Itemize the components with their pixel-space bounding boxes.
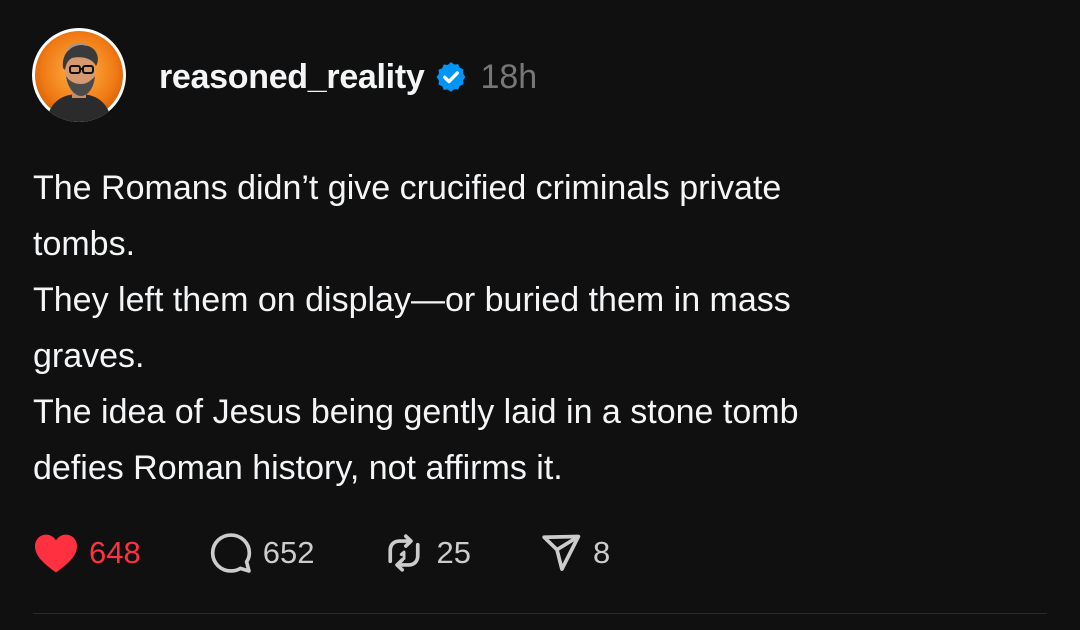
share-count: 8 (592, 535, 611, 570)
repost-button[interactable]: 25 (382, 531, 471, 575)
like-count: 648 (89, 535, 141, 570)
post-divider (33, 613, 1047, 614)
thread-post: reasoned_reality 18h The Romans didn’t g… (0, 0, 1080, 630)
verified-badge-icon (434, 60, 468, 94)
post-header: reasoned_reality 18h (159, 55, 537, 99)
heart-icon (35, 534, 77, 573)
like-button[interactable]: 648 (33, 532, 141, 574)
reply-count: 652 (262, 535, 315, 570)
post-body: The Romans didn’t give crucified crimina… (33, 160, 1033, 496)
avatar-illustration (35, 31, 123, 122)
comment-bubble-icon (210, 533, 251, 573)
repost-count: 25 (436, 535, 471, 570)
reply-button[interactable]: 652 (209, 531, 315, 575)
repost-icon (388, 534, 421, 572)
avatar[interactable] (32, 28, 126, 122)
post-actions: 648 652 25 8 (33, 528, 610, 578)
post-timestamp: 18h (480, 57, 538, 96)
post-text-paragraph: The Romans didn’t give crucified crimina… (33, 169, 782, 263)
post-text-paragraph: The idea of Jesus being gently laid in a… (33, 393, 799, 487)
send-icon (542, 534, 581, 571)
share-button[interactable]: 8 (539, 531, 610, 575)
post-text-paragraph: They left them on display—or buried them… (33, 281, 791, 375)
username[interactable]: reasoned_reality (159, 58, 425, 97)
